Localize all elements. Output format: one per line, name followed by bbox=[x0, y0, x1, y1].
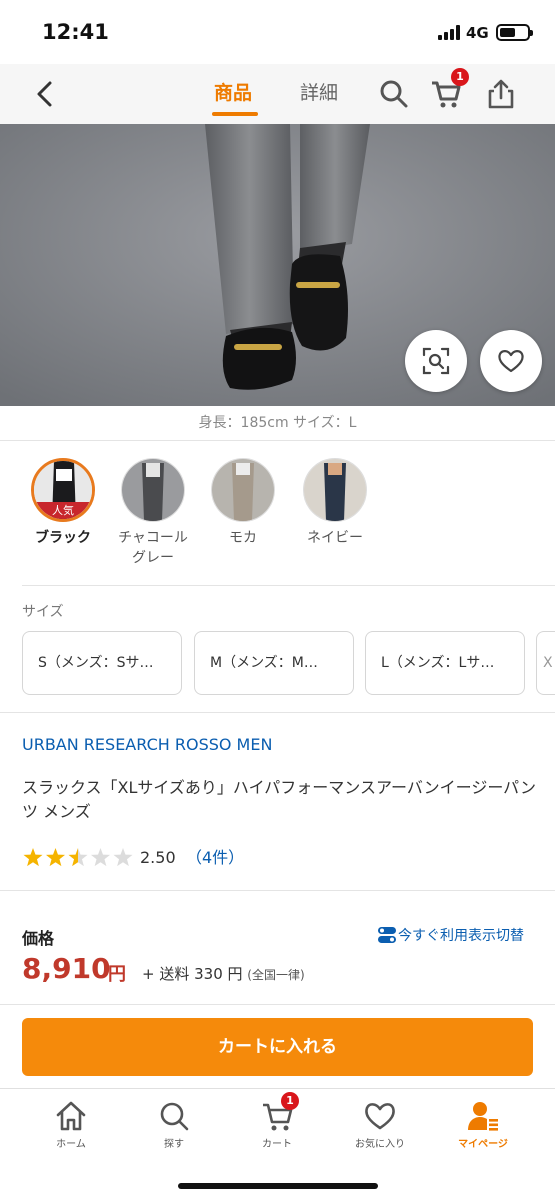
swatch-thumb bbox=[303, 458, 367, 522]
nav-label: お気に入り bbox=[355, 1139, 405, 1150]
product-photo bbox=[0, 124, 555, 406]
divider bbox=[0, 440, 555, 441]
nav-home[interactable]: ホーム bbox=[31, 1099, 111, 1150]
tab-product[interactable]: 商品 bbox=[214, 78, 252, 105]
share-icon[interactable] bbox=[485, 78, 517, 110]
divider bbox=[0, 890, 555, 891]
cart-badge: 1 bbox=[281, 1092, 299, 1110]
swatch-thumb: 人気 bbox=[31, 458, 95, 522]
popular-badge: 人気 bbox=[34, 502, 92, 519]
price-label: 価格 bbox=[22, 929, 55, 948]
swatch-thumb bbox=[211, 458, 275, 522]
brand-link[interactable]: URBAN RESEARCH ROSSO MEN bbox=[22, 735, 272, 754]
nav-label: カート bbox=[262, 1139, 292, 1150]
image-search-icon bbox=[422, 347, 450, 375]
color-name: モカ bbox=[229, 530, 257, 546]
shipping-info: + 送料 330 円 (全国一律) bbox=[142, 963, 305, 984]
add-to-cart-button[interactable]: カートに入れる bbox=[22, 1018, 533, 1076]
size-label: サイズ bbox=[22, 604, 64, 620]
nav-label: ホーム bbox=[56, 1139, 86, 1150]
home-icon bbox=[56, 1101, 86, 1131]
nav-favorites[interactable]: お気に入り bbox=[340, 1099, 420, 1150]
nav-label: 探す bbox=[164, 1139, 184, 1150]
price-unit: 円 bbox=[108, 964, 126, 985]
nav-cart[interactable]: カート bbox=[237, 1099, 317, 1150]
back-chevron-icon[interactable] bbox=[30, 78, 62, 110]
size-option-l[interactable]: L（メンズ：Lサ… bbox=[365, 631, 525, 695]
display-switch-link[interactable]: 今すぐ利用表示切替 bbox=[378, 925, 524, 945]
color-swatch-mocha[interactable]: モカ bbox=[198, 458, 288, 548]
color-name: ブラック bbox=[35, 530, 91, 546]
star-icon bbox=[90, 848, 111, 867]
status-bar: 12:41 4G bbox=[0, 0, 555, 64]
search-icon bbox=[160, 1102, 189, 1131]
toggle-icon bbox=[378, 927, 396, 943]
heart-icon bbox=[498, 350, 524, 373]
color-swatch-black[interactable]: 人気 ブラック bbox=[18, 458, 108, 548]
divider bbox=[0, 1004, 555, 1005]
model-info: 身長：185cm サイズ：L bbox=[198, 415, 357, 431]
shipping-fee: + 送料 330 円 bbox=[142, 965, 243, 983]
top-header: 商品 詳細 1 bbox=[0, 64, 555, 124]
signal-icon bbox=[438, 24, 462, 40]
status-time: 12:41 bbox=[42, 20, 109, 44]
color-name: ネイビー bbox=[307, 530, 363, 546]
shipping-note: (全国一律) bbox=[247, 968, 305, 982]
size-option-s[interactable]: S（メンズ：Sサ… bbox=[22, 631, 182, 695]
switch-link-label: 今すぐ利用表示切替 bbox=[398, 928, 524, 944]
battery-icon bbox=[496, 24, 533, 41]
product-image[interactable] bbox=[0, 124, 555, 406]
product-title: スラックス「XLサイズあり」ハイパフォーマンスアーバンイージーパンツ メンズ bbox=[22, 778, 536, 821]
favorite-button[interactable] bbox=[480, 330, 542, 392]
star-icon bbox=[68, 848, 88, 867]
zoom-search-button[interactable] bbox=[405, 330, 467, 392]
search-icon[interactable] bbox=[378, 78, 410, 110]
star-icon bbox=[45, 848, 66, 867]
nav-mypage[interactable]: マイページ bbox=[443, 1099, 523, 1150]
color-swatch-navy[interactable]: ネイビー bbox=[290, 458, 380, 548]
review-count-link[interactable]: （4件） bbox=[186, 846, 244, 870]
size-option-m[interactable]: M（メンズ：M… bbox=[194, 631, 354, 695]
nav-label: マイページ bbox=[458, 1139, 508, 1150]
divider bbox=[0, 712, 555, 713]
swatch-thumb bbox=[121, 458, 185, 522]
divider bbox=[22, 585, 555, 586]
nav-search[interactable]: 探す bbox=[134, 1099, 214, 1150]
cart-badge: 1 bbox=[451, 68, 469, 86]
home-indicator bbox=[178, 1183, 378, 1189]
color-swatch-charcoal-gray[interactable]: チャコール グレー bbox=[108, 458, 198, 568]
heart-icon bbox=[365, 1103, 395, 1130]
network-label: 4G bbox=[466, 24, 489, 42]
star-rating-icon bbox=[23, 848, 133, 867]
active-tab-indicator bbox=[212, 112, 258, 116]
color-name: チャコール グレー bbox=[118, 530, 188, 566]
tab-detail[interactable]: 詳細 bbox=[300, 78, 338, 105]
star-icon bbox=[23, 848, 43, 867]
star-icon bbox=[113, 848, 133, 867]
size-option-xl[interactable]: X bbox=[536, 631, 555, 695]
price-amount: 8,910 bbox=[22, 952, 111, 985]
rating-value: 2.50 bbox=[140, 848, 176, 867]
user-icon bbox=[468, 1102, 498, 1131]
